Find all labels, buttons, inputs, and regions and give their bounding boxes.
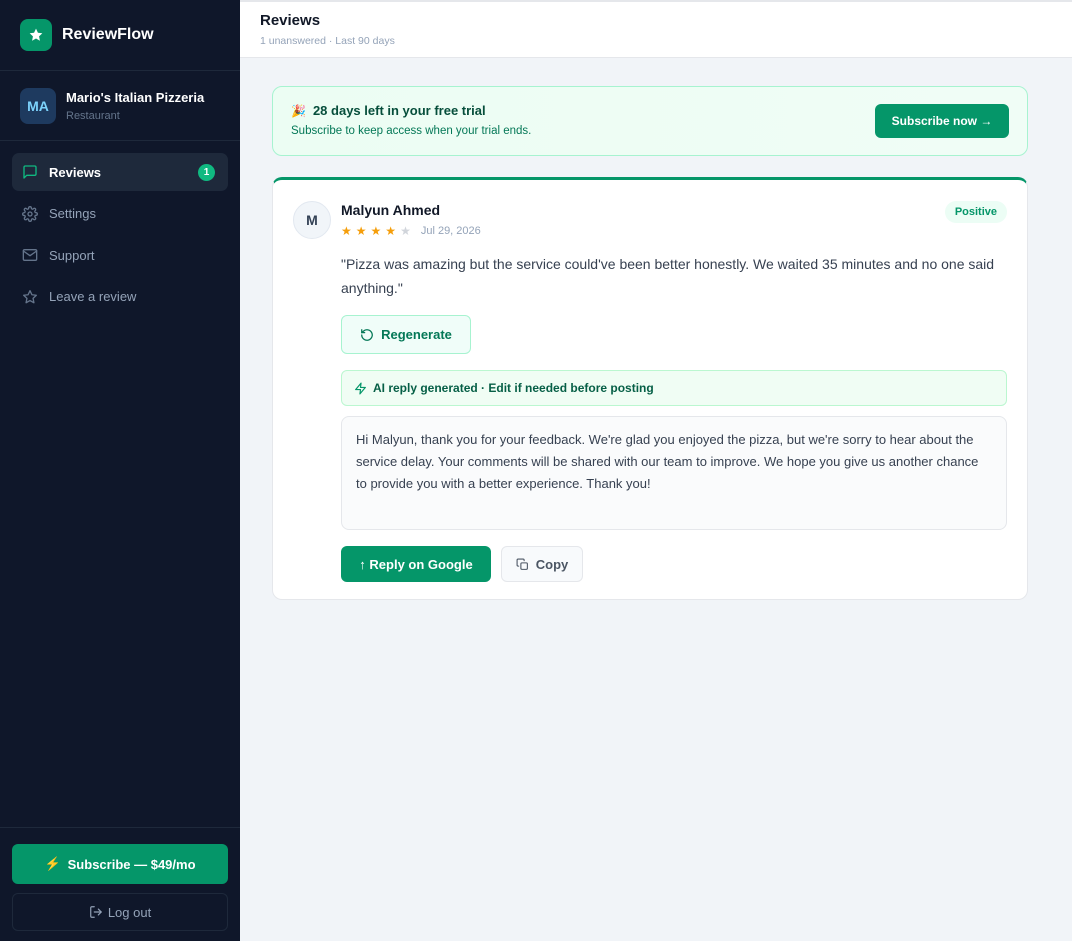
sidebar-item-label: Leave a review (49, 289, 137, 304)
reviewer-name: Malyun Ahmed (341, 202, 441, 218)
sidebar-nav: Reviews 1 Settings Support Leave a revie… (0, 141, 240, 316)
page-header: Reviews 1 unanswered · Last 90 days (240, 0, 1072, 58)
business-type: Restaurant (66, 109, 120, 122)
business-avatar: MA (20, 87, 56, 124)
star-outline-icon (23, 289, 37, 303)
review-text: "Pizza was amazing but the service could… (341, 256, 995, 296)
sidebar-item-support[interactable]: Support (12, 236, 228, 274)
subscribe-button[interactable]: ⚡ Subscribe — $49/mo (12, 844, 228, 884)
ai-reply-notice-text: AI reply generated · Edit if needed befo… (373, 381, 654, 395)
star-icon: ★ (341, 224, 352, 238)
review-date: Jul 29, 2026 (420, 225, 481, 237)
copy-label: Copy (535, 556, 569, 572)
star-icon: ★ (355, 224, 367, 238)
brand-name: ReviewFlow (62, 26, 154, 43)
sidebar-item-leave-review[interactable]: Leave a review (12, 278, 228, 316)
page-subtitle: 1 unanswered · Last 90 days (260, 35, 395, 47)
gear-icon (22, 205, 38, 222)
business-profile: MA Mario's Italian Pizzeria Restaurant (0, 71, 240, 141)
star-icon (29, 28, 43, 41)
regenerate-label: Regenerate (381, 327, 452, 342)
sidebar-item-label: Support (49, 247, 95, 263)
refresh-icon (361, 328, 373, 341)
rating-row: ★ ★ ★ ★ ★ Jul 29, 2026 (341, 225, 481, 237)
lightning-icon (355, 381, 366, 395)
brand: ReviewFlow (0, 0, 240, 71)
star-icon: ★ (385, 224, 397, 238)
sentiment-badge: Positive (944, 201, 1007, 223)
sidebar: ReviewFlow MA Mario's Italian Pizzeria R… (0, 0, 240, 941)
lightning-icon: ⚡ (44, 856, 61, 871)
subscribe-label: Subscribe — $49/mo (67, 856, 196, 872)
reviewer-avatar: M (293, 201, 331, 239)
subscribe-now-button[interactable]: Subscribe now → (875, 104, 1009, 138)
party-icon: 🎉 (291, 103, 306, 118)
business-name: Mario's Italian Pizzeria (66, 89, 205, 105)
sidebar-item-label: Reviews (49, 164, 102, 180)
reply-on-google-button[interactable]: ↑ Reply on Google (341, 546, 491, 582)
star-empty-icon: ★ (400, 224, 411, 238)
trial-banner: 🎉 28 days left in your free trial Subscr… (272, 86, 1028, 156)
mail-icon (22, 249, 38, 261)
chat-bubble-icon (23, 165, 37, 179)
ai-reply-notice: AI reply generated · Edit if needed befo… (341, 370, 1007, 406)
sidebar-item-reviews[interactable]: Reviews 1 (12, 153, 228, 191)
logout-icon (89, 906, 102, 918)
star-icon: ★ (370, 224, 382, 238)
reply-textarea[interactable]: Hi Malyun, thank you for your feedback. … (341, 416, 1007, 530)
review-card: M Malyun Ahmed ★ ★ ★ ★ ★ Jul 29, 2026 Po… (272, 177, 1028, 600)
sidebar-footer: ⚡ Subscribe — $49/mo Log out (0, 827, 240, 941)
regenerate-button[interactable]: Regenerate (341, 315, 471, 354)
page-title: Reviews (260, 12, 321, 29)
sidebar-item-settings[interactable]: Settings (12, 195, 228, 233)
sidebar-item-label: Settings (49, 206, 96, 221)
logout-label: Log out (107, 904, 152, 920)
copy-icon (516, 558, 528, 570)
unanswered-count-badge: 1 (198, 164, 215, 181)
copy-button[interactable]: Copy (501, 546, 583, 582)
logout-button[interactable]: Log out (12, 893, 228, 931)
brand-logo (20, 19, 52, 51)
trial-title: 28 days left in your free trial (312, 103, 486, 118)
